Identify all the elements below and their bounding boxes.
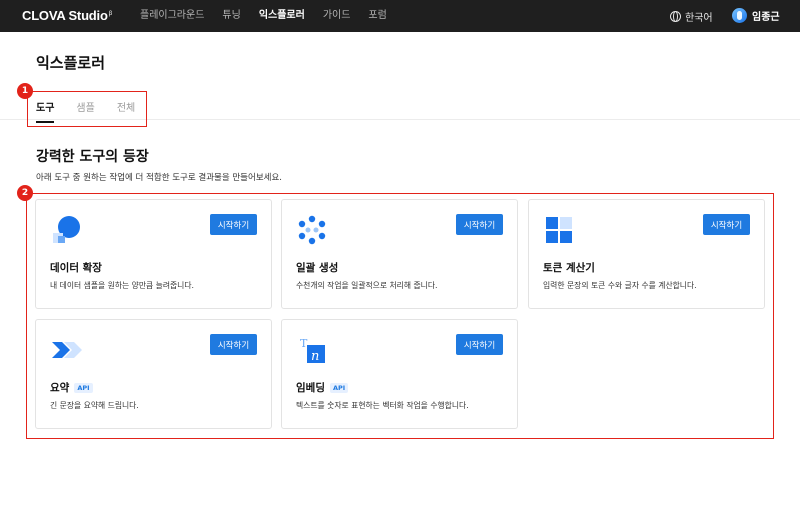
start-button[interactable]: 시작하기: [210, 334, 257, 355]
card-description: 내 데이터 샘플을 원하는 양만큼 늘려줍니다.: [50, 281, 194, 290]
annotation-marker-2: 2: [17, 185, 33, 201]
avatar: [732, 8, 747, 23]
card-description: 입력한 문장의 토큰 수와 글자 수를 계산합니다.: [543, 281, 697, 290]
logo-text: CLOVA Studio: [22, 8, 108, 23]
user-name: 임종근: [752, 12, 780, 23]
card-description: 긴 문장을 요약해 드립니다.: [50, 401, 139, 410]
language-label: 한국어: [685, 13, 713, 24]
card-title-text: 요약: [50, 382, 70, 394]
user-menu[interactable]: 임종근: [732, 8, 780, 23]
page-title: 익스플로러: [36, 54, 106, 72]
annotation-box-1: [27, 91, 147, 127]
data-augmentation-icon: [53, 216, 80, 243]
card-title: 일괄 생성: [296, 260, 338, 275]
card-description: 텍스트를 숫자로 표현하는 벡터화 작업을 수행합니다.: [296, 401, 469, 410]
nav-item-playground[interactable]: 플레이그라운드: [140, 9, 204, 23]
svg-text:T: T: [300, 337, 308, 350]
clova-studio-logo[interactable]: CLOVA Studioβ: [22, 8, 112, 23]
tool-card-token-calculator[interactable]: 시작하기 토큰 계산기 입력한 문장의 토큰 수와 글자 수를 계산합니다.: [528, 199, 765, 309]
globe-icon: [670, 11, 681, 22]
batch-generation-icon: [298, 215, 326, 245]
start-button[interactable]: 시작하기: [456, 214, 503, 235]
logo-beta-mark: β: [108, 10, 112, 17]
tool-card-batch-generation[interactable]: 시작하기 일괄 생성 수천개의 작업을 일괄적으로 처리해 줍니다.: [281, 199, 518, 309]
nav-item-guide[interactable]: 가이드: [323, 9, 351, 23]
card-title: 토큰 계산기: [543, 260, 595, 275]
svg-text:n: n: [311, 349, 319, 364]
card-title: 임베딩 API: [296, 380, 349, 395]
tool-card-data-augmentation[interactable]: 시작하기 데이터 확장 내 데이터 샘플을 원하는 양만큼 늘려줍니다.: [35, 199, 272, 309]
token-calculator-icon: [546, 217, 572, 243]
card-title-text: 데이터 확장: [50, 262, 102, 274]
nav-item-explorer[interactable]: 익스플로러: [259, 9, 305, 23]
tool-card-embedding[interactable]: T n 시작하기 임베딩 API 텍스트를 숫자로 표현하는 벡터화 작업을 수행…: [281, 319, 518, 429]
api-badge: API: [329, 382, 349, 393]
annotation-marker-1: 1: [17, 83, 33, 99]
start-button[interactable]: 시작하기: [703, 214, 750, 235]
top-navigation-bar: CLOVA Studioβ 플레이그라운드 튜닝 익스플로러 가이드 포럼 한국…: [0, 0, 800, 32]
card-title-text: 일괄 생성: [296, 262, 339, 274]
card-title: 데이터 확장: [50, 260, 102, 275]
start-button[interactable]: 시작하기: [456, 334, 503, 355]
summarization-icon: [52, 342, 82, 358]
card-title-text: 임베딩: [296, 382, 325, 394]
start-button[interactable]: 시작하기: [210, 214, 257, 235]
embedding-icon: T n: [300, 337, 325, 364]
nav-item-forum[interactable]: 포럼: [368, 9, 386, 23]
section-description: 아래 도구 중 원하는 작업에 더 적합한 도구로 결과물을 만들어보세요.: [36, 173, 282, 183]
language-selector[interactable]: 한국어: [670, 9, 713, 24]
card-description: 수천개의 작업을 일괄적으로 처리해 줍니다.: [296, 281, 438, 290]
card-title: 요약 API: [50, 380, 93, 395]
card-title-text: 토큰 계산기: [543, 262, 595, 274]
nav-item-tuning[interactable]: 튜닝: [222, 9, 240, 23]
tool-card-summarization[interactable]: 시작하기 요약 API 긴 문장을 요약해 드립니다.: [35, 319, 272, 429]
section-title: 강력한 도구의 등장: [36, 149, 149, 165]
main-nav: 플레이그라운드 튜닝 익스플로러 가이드 포럼: [140, 9, 387, 23]
api-badge: API: [74, 382, 93, 393]
